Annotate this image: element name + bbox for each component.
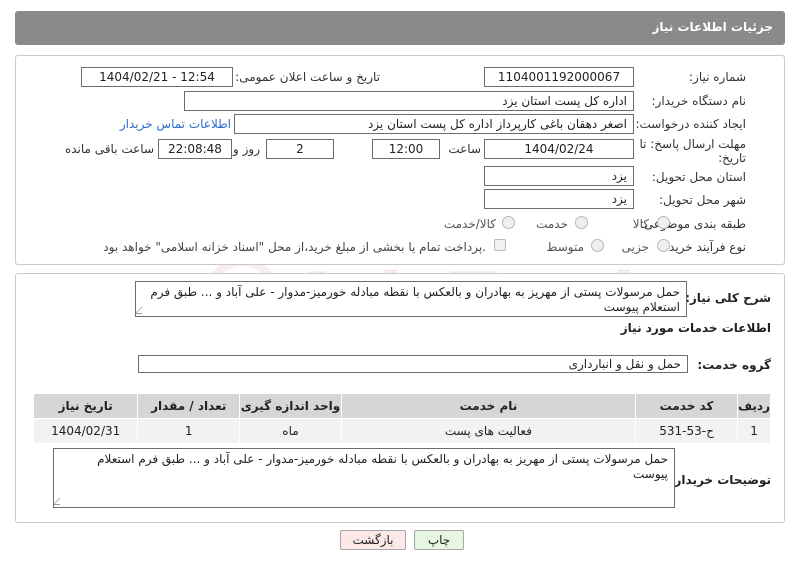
services-section-title: اطلاعات خدمات مورد نیاز: [620, 321, 771, 335]
summary-textarea[interactable]: حمل مرسولات پستی از مهریز به بهادران و ب…: [135, 281, 687, 317]
need-number-label: شماره نیاز:: [689, 70, 746, 84]
back-button[interactable]: بازگشت: [340, 530, 406, 550]
buyer-notes-textarea[interactable]: حمل مرسولات پستی از مهریز به بهادران و ب…: [53, 448, 675, 508]
table-row: 1 ح-53-531 فعالیت های پست ماه 1 1404/02/…: [32, 418, 771, 444]
deadline-time-label: ساعت: [448, 142, 481, 156]
announce-datetime-label: تاریخ و ساعت اعلان عمومی:: [235, 70, 380, 84]
col-row: ردیف: [737, 393, 771, 419]
buyer-notes-text: حمل مرسولات پستی از مهریز به بهادران و ب…: [97, 452, 668, 481]
cell-date: 1404/02/31: [32, 418, 139, 444]
resize-grip-icon[interactable]: [54, 498, 67, 505]
delivery-province-label: استان محل تحویل:: [651, 170, 746, 184]
category-goods-service-label: کالا/خدمت: [443, 217, 496, 231]
page-title: جزئیات اطلاعات نیاز: [15, 11, 785, 45]
col-name: نام خدمت: [340, 393, 637, 419]
category-goods-label: کالا: [632, 217, 649, 231]
buyer-notes-label: توضیحات خریدار:: [669, 473, 771, 487]
cell-row: 1: [737, 418, 771, 444]
delivery-city-field[interactable]: یزد: [484, 189, 634, 209]
category-goods-radio[interactable]: [657, 216, 670, 229]
announce-datetime-field[interactable]: 1404/02/21 - 12:54: [81, 67, 233, 87]
deadline-label-line2: تاریخ:: [718, 151, 746, 165]
process-medium-label: متوسط: [546, 240, 584, 254]
treasury-payment-checkbox[interactable]: [494, 239, 506, 251]
deadline-time-field[interactable]: 12:00: [372, 139, 440, 159]
services-table-header: ردیف کد خدمت نام خدمت واحد اندازه گیری ت…: [32, 393, 771, 419]
col-code: کد خدمت: [634, 393, 739, 419]
cell-code: ح-53-531: [634, 418, 739, 444]
delivery-city-label: شهر محل تحویل:: [659, 193, 746, 207]
service-group-label: گروه خدمت:: [697, 358, 771, 372]
cell-unit: ماه: [239, 418, 342, 444]
service-group-field[interactable]: حمل و نقل و انبارداری: [138, 355, 688, 373]
process-minor-label: جزیی: [621, 240, 649, 254]
summary-label: شرح کلی نیاز:: [685, 291, 771, 305]
category-label: طبقه بندی موضوعی:: [639, 217, 746, 231]
services-table: ردیف کد خدمت نام خدمت واحد اندازه گیری ت…: [32, 393, 771, 444]
col-date: تاریخ نیاز: [32, 393, 139, 419]
deadline-date-field[interactable]: 1404/02/24: [484, 139, 634, 159]
remaining-time-label: ساعت باقی مانده: [64, 142, 154, 156]
delivery-province-field[interactable]: یزد: [484, 166, 634, 186]
need-number-field[interactable]: 1104001192000067: [484, 67, 634, 87]
summary-text: حمل مرسولات پستی از مهریز به بهادران و ب…: [150, 285, 680, 314]
treasury-payment-note: پرداخت تمام یا بخشی از مبلغ خرید،از محل …: [103, 240, 486, 254]
cell-name: فعالیت های پست: [340, 418, 637, 444]
resize-grip-icon[interactable]: [136, 307, 149, 314]
buyer-org-field[interactable]: اداره کل پست استان یزد: [184, 91, 634, 111]
col-qty: تعداد / مقدار: [137, 393, 241, 419]
deadline-days-field[interactable]: 2: [266, 139, 334, 159]
buyer-org-label: نام دستگاه خریدار:: [651, 94, 747, 108]
process-medium-radio[interactable]: [591, 239, 604, 252]
cell-qty: 1: [137, 418, 241, 444]
process-minor-radio[interactable]: [657, 239, 670, 252]
process-type-label: نوع فرآیند خرید :: [661, 240, 746, 254]
deadline-days-label: روز و: [233, 142, 260, 156]
category-service-label: خدمت: [536, 217, 568, 231]
col-unit: واحد اندازه گیری: [239, 393, 342, 419]
deadline-label-line1: مهلت ارسال پاسخ: تا: [639, 137, 746, 151]
requester-field[interactable]: اصغر دهقان باغی کارپرداز اداره کل پست اس…: [234, 114, 634, 134]
category-goods-service-radio[interactable]: [502, 216, 515, 229]
category-service-radio[interactable]: [575, 216, 588, 229]
requester-label: ایجاد کننده درخواست:: [635, 117, 746, 131]
remaining-time-field[interactable]: 22:08:48: [158, 139, 232, 159]
print-button[interactable]: چاپ: [414, 530, 464, 550]
buyer-contact-link[interactable]: اطلاعات تماس خریدار: [120, 117, 231, 131]
